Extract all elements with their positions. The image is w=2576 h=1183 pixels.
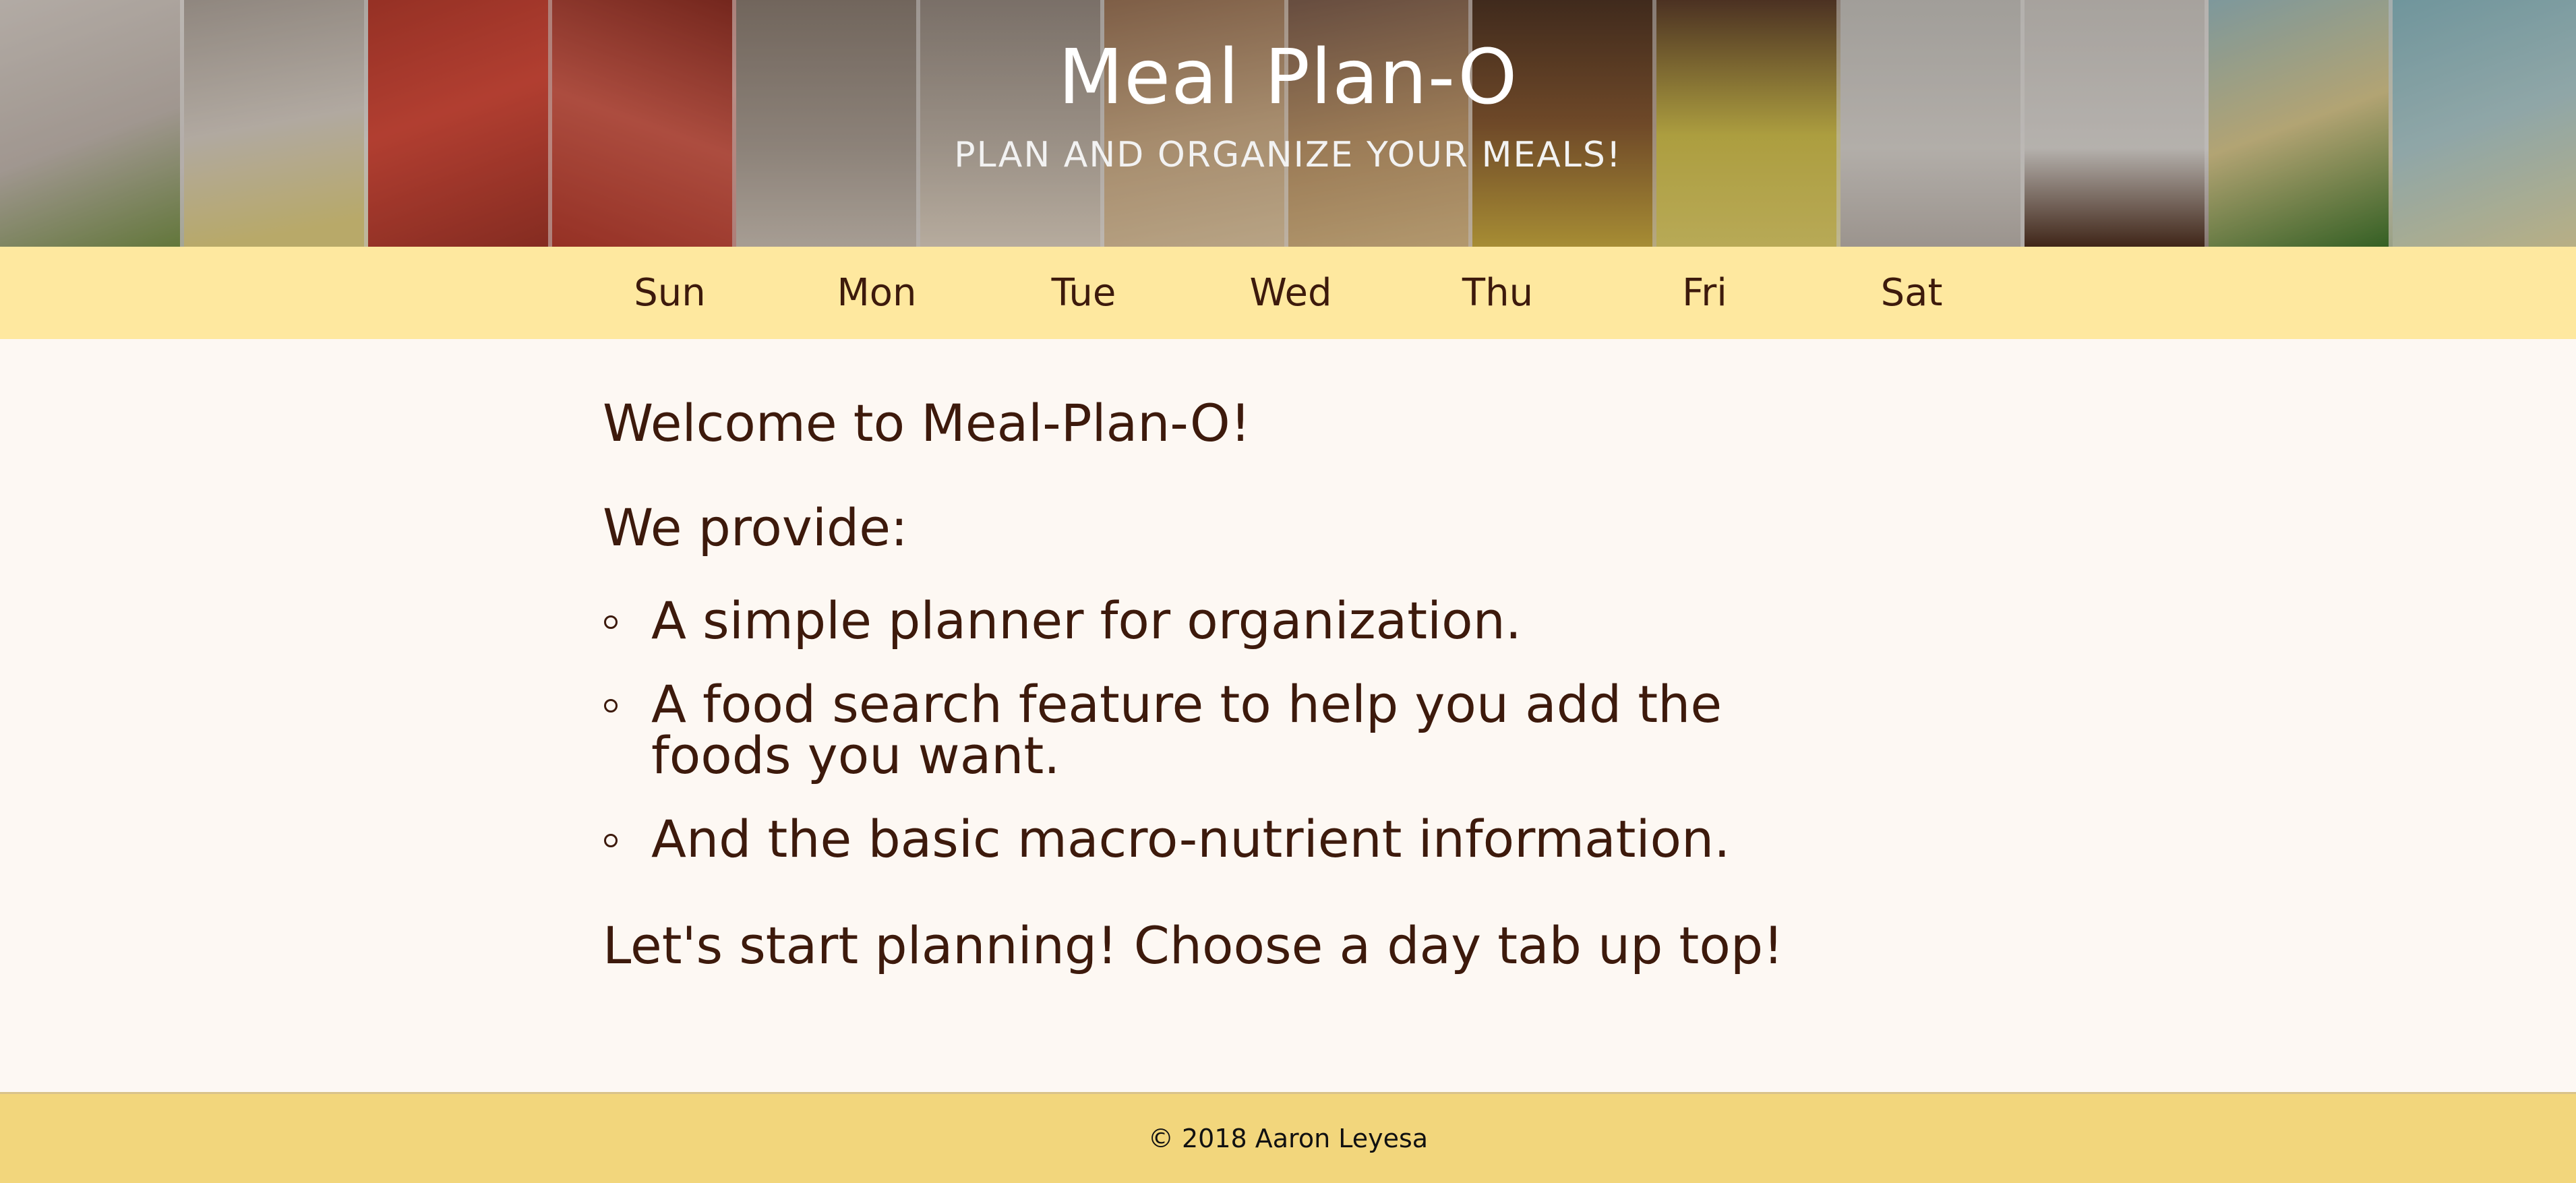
tab-sat[interactable]: Sat (1808, 247, 2015, 339)
circle-bullet-icon (604, 834, 618, 847)
tab-tue[interactable]: Tue (980, 247, 1187, 339)
tab-mon[interactable]: Mon (773, 247, 980, 339)
circle-bullet-icon (604, 615, 618, 629)
footer: © 2018 Aaron Leyesa (0, 1092, 2576, 1183)
tab-sun[interactable]: Sun (566, 247, 773, 339)
copyright-text: © 2018 Aaron Leyesa (1147, 1124, 1429, 1153)
tab-thu[interactable]: Thu (1394, 247, 1601, 339)
list-item: A simple planner for organization. (603, 595, 1857, 646)
circle-bullet-icon (604, 699, 618, 712)
site-subtitle: PLAN AND ORGANIZE YOUR MEALS! (954, 135, 1622, 175)
welcome-content: Welcome to Meal-Plan-O! We provide: A si… (603, 339, 1884, 1092)
feature-text: A simple planner for organization. (651, 590, 1522, 650)
welcome-heading: Welcome to Meal-Plan-O! (603, 393, 1251, 453)
feature-list: A simple planner for organization. A foo… (603, 595, 1884, 897)
tab-fri[interactable]: Fri (1601, 247, 1808, 339)
feature-text: And the basic macro-nutrient information… (651, 809, 1731, 869)
site-title: Meal Plan-O (1058, 34, 1518, 121)
provide-heading: We provide: (603, 497, 908, 557)
header-banner: Meal Plan-O PLAN AND ORGANIZE YOUR MEALS… (0, 0, 2576, 247)
feature-text: A food search feature to help you add th… (651, 674, 1723, 785)
tab-wed[interactable]: Wed (1187, 247, 1394, 339)
list-item: A food search feature to help you add th… (603, 679, 1857, 781)
list-item: And the basic macro-nutrient information… (603, 814, 1857, 865)
call-to-action: Let's start planning! Choose a day tab u… (603, 915, 1784, 975)
day-tabs-nav: Sun Mon Tue Wed Thu Fri Sat (0, 247, 2576, 339)
